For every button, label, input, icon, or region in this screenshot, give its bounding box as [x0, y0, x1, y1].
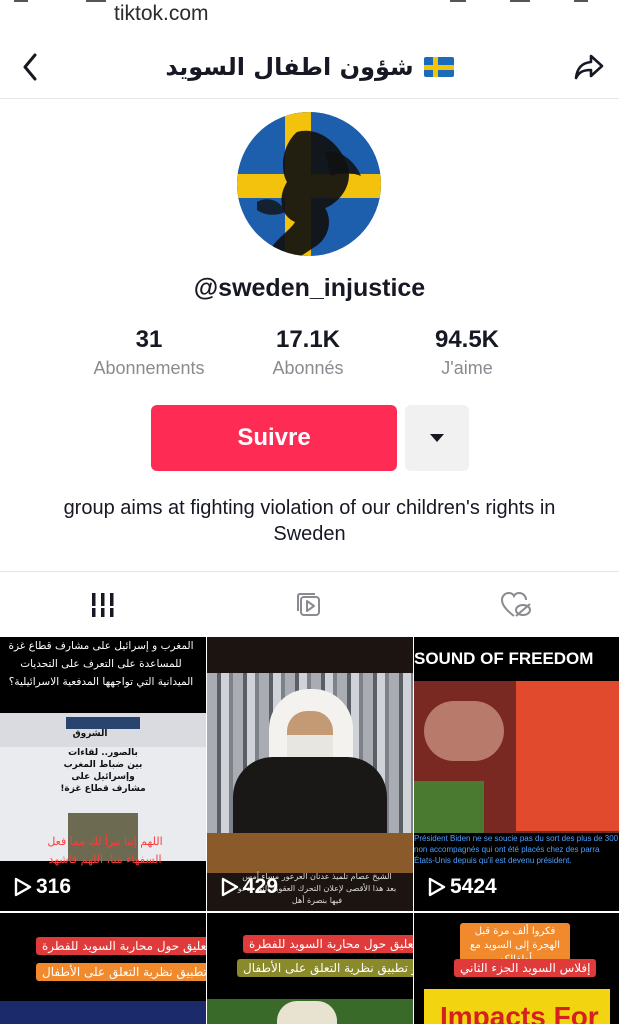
- video-banner: Impacts For: [440, 1001, 599, 1024]
- video-thumbnail: Impacts For: [424, 989, 610, 1024]
- share-icon: [450, 0, 466, 2]
- caret-down-icon: [430, 434, 444, 442]
- stat-following-label: Abonnements: [93, 358, 205, 378]
- stat-followers[interactable]: 17.1K Abonnés: [233, 324, 383, 379]
- stat-followers-label: Abonnés: [272, 358, 344, 378]
- avatar-image: [237, 112, 381, 256]
- stat-following-value: 31: [135, 326, 163, 353]
- browser-url-bar[interactable]: tiktok.com: [0, 0, 619, 36]
- view-count: 5424: [428, 875, 497, 899]
- grid-icon: [91, 592, 116, 617]
- stat-following[interactable]: 31 Abonnements: [74, 324, 224, 379]
- video-tile[interactable]: المغرب و إسرائيل على مشارف قطاع غزة للمس…: [0, 637, 206, 911]
- video-top-text: المغرب و إسرائيل على مشارف قطاع غزة للمس…: [8, 640, 194, 688]
- back-button[interactable]: [14, 50, 46, 84]
- chevron-left-icon: [23, 53, 37, 81]
- video-thumbnail: [414, 681, 619, 833]
- share-arrow-icon: [574, 54, 604, 80]
- bookmark-icon: [510, 0, 530, 2]
- url-text: tiktok.com: [114, 2, 209, 25]
- share-button[interactable]: [571, 50, 607, 84]
- tab-liked[interactable]: [413, 572, 619, 637]
- video-bottom-text: اللهم إننا نبرأ لك مما فعل السفهاء منا، …: [47, 835, 163, 866]
- url-bar-fragment: [86, 0, 106, 2]
- profile-header: شؤون اطفال السويد: [0, 36, 619, 99]
- view-count-value: 316: [36, 875, 72, 898]
- video-pill: تعليق حول محاربة السويد للفطرة: [243, 935, 413, 953]
- view-count: 316: [14, 875, 71, 899]
- article-headline: الشروق: [72, 729, 108, 739]
- video-tile[interactable]: الشيخ عصام تلميذ عدنان العرعور مساء أمس …: [207, 637, 413, 911]
- username: @sweden_injustice: [193, 274, 426, 302]
- stat-followers-value: 17.1K: [275, 326, 341, 353]
- sweden-flag-icon: [423, 57, 454, 77]
- chevron-down-icon: [14, 0, 28, 2]
- view-count-value: 429: [243, 875, 279, 898]
- reposts-icon: [297, 592, 321, 616]
- profile-tabs: [0, 571, 619, 637]
- video-tile[interactable]: SOUND OF FREEDOM Président Biden ne se s…: [414, 637, 619, 911]
- page-title-text: شؤون اطفال السويد: [165, 53, 414, 81]
- video-tile[interactable]: تعليق حول محاربة السويد للفطرة و تطبيق ن…: [0, 913, 206, 1024]
- video-tile[interactable]: تعليق حول محاربة السويد للفطرة و تطبيق ن…: [207, 913, 413, 1024]
- video-pill: إفلاس السويد الجزء الثاني: [454, 959, 597, 977]
- stat-likes[interactable]: 94.5K J'aime: [392, 324, 542, 379]
- video-tile[interactable]: فكروا ألف مرة قبل الهجرة إلى السويد مع أ…: [414, 913, 619, 1024]
- play-icon: [428, 877, 446, 897]
- video-pill: تعليق حول محاربة السويد للفطرة: [36, 937, 206, 955]
- view-count-value: 5424: [450, 875, 497, 898]
- video-grid: المغرب و إسرائيل على مشارف قطاع غزة للمس…: [0, 637, 619, 1024]
- more-icon: [574, 0, 588, 2]
- view-count: 429: [221, 875, 278, 899]
- suggested-accounts-button[interactable]: [405, 405, 469, 471]
- video-subtitle: Président Biden ne se soucie pas du sort…: [414, 834, 619, 865]
- tab-reposts[interactable]: [206, 572, 412, 637]
- video-banner: SOUND OF FREEDOM: [414, 649, 594, 668]
- play-icon: [14, 877, 32, 897]
- video-pill: و تطبيق نظرية التعلق على الأطفال: [36, 963, 206, 981]
- tab-videos[interactable]: [0, 572, 206, 637]
- stat-likes-value: 94.5K: [434, 326, 500, 353]
- liked-hidden-icon: [500, 591, 531, 617]
- avatar[interactable]: [237, 112, 381, 256]
- page-title: شؤون اطفال السويد: [165, 53, 454, 81]
- follow-button[interactable]: Suivre: [151, 405, 397, 471]
- stat-likes-label: J'aime: [441, 358, 493, 378]
- video-pill: و تطبيق نظرية التعلق على الأطفال: [237, 959, 413, 977]
- play-icon: [221, 877, 239, 897]
- article-title: بالصور.. لقاءات بين ضباط المغرب وإسرائيل…: [60, 748, 146, 794]
- profile-bio: group aims at fighting violation of our …: [63, 497, 556, 545]
